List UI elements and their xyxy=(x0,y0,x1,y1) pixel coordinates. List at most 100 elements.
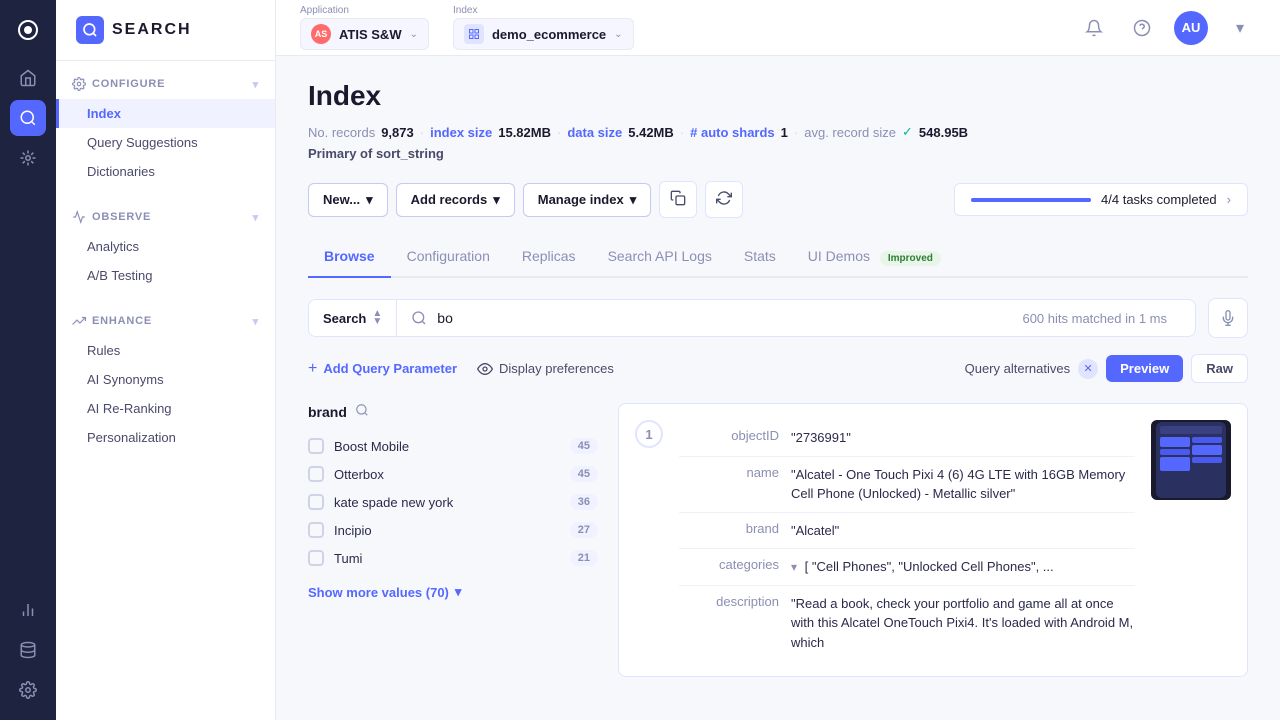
field-categories: categories ▾ [ "Cell Phones", "Unlocked … xyxy=(679,549,1135,586)
query-alternatives-close-button[interactable]: ✕ xyxy=(1078,359,1098,379)
application-name: ATIS S&W xyxy=(339,27,402,42)
data-size-label[interactable]: data size xyxy=(567,125,622,140)
tasks-chevron-icon: › xyxy=(1227,192,1231,207)
sidebar-item-dictionaries[interactable]: Dictionaries xyxy=(56,157,275,186)
facet-label-incipio: Incipio xyxy=(334,523,560,538)
pin-icon[interactable] xyxy=(10,140,46,176)
index-size-label[interactable]: index size xyxy=(430,125,492,140)
field-key-brand: brand xyxy=(679,521,779,541)
facet-label-boost-mobile: Boost Mobile xyxy=(334,439,560,454)
icon-bar xyxy=(0,0,56,720)
sidebar-item-personalization[interactable]: Personalization xyxy=(56,423,275,452)
field-value-objectid: "2736991" xyxy=(791,428,1135,448)
facet-checkbox-incipio[interactable] xyxy=(308,522,324,538)
display-prefs-icon xyxy=(477,361,493,377)
sidebar-logo-icon xyxy=(76,16,104,44)
facet-checkbox-kate-spade[interactable] xyxy=(308,494,324,510)
facet-checkbox-tumi[interactable] xyxy=(308,550,324,566)
tab-configuration[interactable]: Configuration xyxy=(391,238,506,278)
add-query-param-button[interactable]: + Add Query Parameter xyxy=(308,360,457,378)
main-content: Application AS ATIS S&W ⌄ Index demo_eco… xyxy=(276,0,1280,720)
phone-screen-bar xyxy=(1160,426,1222,434)
add-records-chevron-icon: ▾ xyxy=(493,192,500,208)
tab-ui-demos-badge: Improved xyxy=(880,251,941,266)
facet-label-otterbox: Otterbox xyxy=(334,467,560,482)
search-nav-icon[interactable] xyxy=(10,100,46,136)
tasks-badge[interactable]: 4/4 tasks completed › xyxy=(954,183,1248,216)
avatar-chevron-icon[interactable]: ▾ xyxy=(1224,12,1256,44)
search-input[interactable] xyxy=(437,310,1012,326)
manage-index-button[interactable]: Manage index ▾ xyxy=(523,183,652,217)
index-field: Index demo_ecommerce ⌄ xyxy=(453,5,634,50)
facet-checkbox-otterbox[interactable] xyxy=(308,466,324,482)
tasks-progress-bar xyxy=(971,198,1091,202)
logo-icon[interactable] xyxy=(10,12,46,48)
facet-item-otterbox[interactable]: Otterbox 45 xyxy=(308,460,598,488)
chart-icon[interactable] xyxy=(10,592,46,628)
field-value-brand: "Alcatel" xyxy=(791,521,1135,541)
configure-section: CONFIGURE ▾ Index Query Suggestions Dict… xyxy=(56,61,275,194)
sidebar-item-ai-reranking[interactable]: AI Re-Ranking xyxy=(56,394,275,423)
help-button[interactable] xyxy=(1126,12,1158,44)
tab-replicas[interactable]: Replicas xyxy=(506,238,592,278)
tab-ui-demos[interactable]: UI Demos Improved xyxy=(792,238,957,278)
configure-section-header[interactable]: CONFIGURE ▾ xyxy=(56,69,275,99)
sidebar-item-query-suggestions[interactable]: Query Suggestions xyxy=(56,128,275,157)
facet-item-kate-spade[interactable]: kate spade new york 36 xyxy=(308,488,598,516)
tab-stats[interactable]: Stats xyxy=(728,238,792,278)
sidebar-logo: SEARCH xyxy=(56,0,275,61)
facet-item-incipio[interactable]: Incipio 27 xyxy=(308,516,598,544)
index-selector[interactable]: demo_ecommerce ⌄ xyxy=(453,18,634,50)
raw-button[interactable]: Raw xyxy=(1191,354,1248,383)
search-bar: Search ▲▼ 600 hits matched in 1 ms xyxy=(308,299,1196,337)
sidebar-item-analytics[interactable]: Analytics xyxy=(56,232,275,261)
index-stats: No. records 9,873 · index size 15.82MB ·… xyxy=(308,124,1248,140)
new-button[interactable]: New... ▾ xyxy=(308,183,388,217)
page-area: Index No. records 9,873 · index size 15.… xyxy=(276,56,1280,720)
notification-button[interactable] xyxy=(1078,12,1110,44)
database-icon[interactable] xyxy=(10,632,46,668)
index-name: demo_ecommerce xyxy=(492,27,606,42)
enhance-section: ENHANCE ▾ Rules AI Synonyms AI Re-Rankin… xyxy=(56,298,275,460)
tab-search-api-logs[interactable]: Search API Logs xyxy=(592,238,728,278)
home-icon[interactable] xyxy=(10,60,46,96)
sidebar-item-ab-testing[interactable]: A/B Testing xyxy=(56,261,275,290)
application-chevron-icon: ⌄ xyxy=(410,29,418,40)
application-label: Application xyxy=(300,5,429,16)
expand-icon[interactable]: ▾ xyxy=(791,560,797,574)
search-type-button[interactable]: Search ▲▼ xyxy=(309,300,397,336)
add-records-button[interactable]: Add records ▾ xyxy=(396,183,515,217)
enhance-section-header[interactable]: ENHANCE ▾ xyxy=(56,306,275,336)
avatar[interactable]: AU xyxy=(1174,11,1208,45)
manage-index-chevron-icon: ▾ xyxy=(630,192,637,208)
auto-shards-label[interactable]: # auto shards xyxy=(690,125,775,140)
sidebar-item-rules[interactable]: Rules xyxy=(56,336,275,365)
add-param-plus-icon: + xyxy=(308,360,317,378)
record-fields: objectID "2736991" name "Alcatel - One T… xyxy=(679,420,1135,660)
results-area: brand Boost Mobile 45 Otterbox 45 xyxy=(308,403,1248,677)
topbar: Application AS ATIS S&W ⌄ Index demo_eco… xyxy=(276,0,1280,56)
field-brand: brand "Alcatel" xyxy=(679,513,1135,550)
facet-item-boost-mobile[interactable]: Boost Mobile 45 xyxy=(308,432,598,460)
settings-icon[interactable] xyxy=(10,672,46,708)
refresh-button[interactable] xyxy=(705,181,743,218)
tab-browse[interactable]: Browse xyxy=(308,238,391,278)
facet-checkbox-boost-mobile[interactable] xyxy=(308,438,324,454)
show-more-button[interactable]: Show more values (70) ▾ xyxy=(308,576,598,608)
sidebar-item-ai-synonyms[interactable]: AI Synonyms xyxy=(56,365,275,394)
avg-record-value: 548.95B xyxy=(919,125,968,140)
facet-search-icon[interactable] xyxy=(355,403,369,420)
display-preferences-button[interactable]: Display preferences xyxy=(477,361,614,377)
application-selector[interactable]: AS ATIS S&W ⌄ xyxy=(300,18,429,50)
copy-button[interactable] xyxy=(659,181,697,218)
data-size-value: 5.42MB xyxy=(628,125,674,140)
preview-button[interactable]: Preview xyxy=(1106,355,1183,382)
mic-button[interactable] xyxy=(1208,298,1248,338)
query-alternatives: Query alternatives ✕ Preview Raw xyxy=(965,354,1248,383)
facet-item-tumi[interactable]: Tumi 21 xyxy=(308,544,598,572)
observe-section-header[interactable]: OBSERVE ▾ xyxy=(56,202,275,232)
record-content: 1 objectID "2736991" name "Alcatel - One… xyxy=(619,404,1247,676)
search-icon xyxy=(411,310,427,326)
facets-panel: brand Boost Mobile 45 Otterbox 45 xyxy=(308,403,598,677)
sidebar-item-index[interactable]: Index xyxy=(56,99,275,128)
